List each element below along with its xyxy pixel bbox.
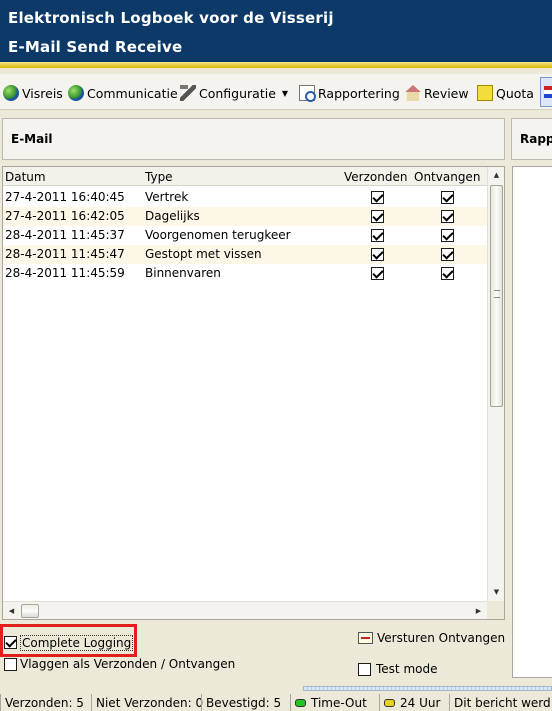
green-led-icon bbox=[295, 698, 306, 707]
app-subtitle: E-Mail Send Receive bbox=[8, 38, 183, 56]
toolbar-review-button[interactable]: Review bbox=[405, 84, 469, 102]
scroll-right-arrow-icon[interactable]: ▶ bbox=[470, 602, 487, 619]
cell-type: Vertrek bbox=[145, 190, 189, 204]
toolbar-communicatie-button[interactable]: Communicatie bbox=[68, 84, 178, 102]
status-message: Dit bericht werd bbox=[449, 694, 552, 711]
verzonden-checkbox[interactable] bbox=[371, 210, 384, 223]
verzonden-checkbox[interactable] bbox=[371, 248, 384, 261]
status-uur-text: 24 Uur bbox=[400, 695, 441, 710]
cell-datum: 27-4-2011 16:40:45 bbox=[5, 190, 125, 204]
test-mode-label[interactable]: Test mode bbox=[376, 662, 437, 676]
header-accent-bar bbox=[0, 62, 552, 68]
table-row[interactable]: 28-4-2011 11:45:37 Voorgenomen terugkeer bbox=[3, 226, 487, 245]
toolbar-configuratie-dropdown[interactable]: Configuratie ▼ bbox=[180, 84, 288, 102]
language-flag-button[interactable] bbox=[540, 77, 552, 107]
quota-icon bbox=[477, 85, 493, 101]
yellow-led-icon bbox=[384, 698, 395, 707]
table-row[interactable]: 27-4-2011 16:42:05 Dagelijks bbox=[3, 207, 487, 226]
app-header: Elektronisch Logboek voor de Visserij E-… bbox=[0, 0, 552, 62]
status-timeout: Time-Out bbox=[290, 694, 379, 711]
cell-type: Gestopt met vissen bbox=[145, 247, 262, 261]
status-niet-verzonden: Niet Verzonden: 0 bbox=[91, 694, 204, 711]
verzonden-checkbox[interactable] bbox=[371, 229, 384, 242]
rapport-panel-title: Rapp bbox=[520, 132, 552, 146]
column-header-type[interactable]: Type bbox=[145, 170, 173, 184]
cell-datum: 28-4-2011 11:45:37 bbox=[5, 228, 125, 242]
table-row[interactable]: 27-4-2011 16:40:45 Vertrek bbox=[3, 188, 487, 207]
email-panel-header: E-Mail bbox=[2, 118, 505, 160]
email-table: Datum Type Verzonden Ontvangen 27-4-2011… bbox=[2, 166, 505, 620]
ontvangen-checkbox[interactable] bbox=[441, 248, 454, 261]
column-header-ontvangen[interactable]: Ontvangen bbox=[414, 170, 480, 184]
globe-icon bbox=[68, 85, 84, 101]
rapport-content-area bbox=[512, 166, 552, 678]
vertical-scrollbar[interactable]: ▲ ▼ bbox=[487, 167, 504, 601]
toolbar-item-label: Review bbox=[424, 85, 469, 101]
table-row[interactable]: 28-4-2011 11:45:59 Binnenvaren bbox=[3, 264, 487, 283]
status-verzonden-text: Verzonden: 5 bbox=[5, 695, 84, 710]
house-icon bbox=[405, 85, 421, 101]
column-header-verzonden[interactable]: Verzonden bbox=[344, 170, 407, 184]
toolbar-visreis-button[interactable]: Visreis bbox=[3, 84, 63, 102]
horizontal-scrollbar[interactable]: ◀ ▶ bbox=[3, 601, 487, 619]
vertical-scroll-thumb[interactable] bbox=[490, 185, 503, 407]
cell-type: Binnenvaren bbox=[145, 266, 221, 280]
cell-type: Dagelijks bbox=[145, 209, 200, 223]
ontvangen-checkbox[interactable] bbox=[441, 191, 454, 204]
scroll-down-arrow-icon[interactable]: ▼ bbox=[488, 584, 504, 601]
toolbar-item-label: Rapportering bbox=[318, 85, 400, 101]
status-niet-verzonden-text: Niet Verzonden: 0 bbox=[96, 695, 204, 710]
scroll-left-arrow-icon[interactable]: ◀ bbox=[3, 602, 20, 619]
cell-datum: 28-4-2011 11:45:59 bbox=[5, 266, 125, 280]
chevron-down-icon: ▼ bbox=[281, 88, 289, 98]
status-uur: 24 Uur bbox=[379, 694, 449, 711]
ontvangen-checkbox[interactable] bbox=[441, 267, 454, 280]
versturen-ontvangen-button[interactable]: Versturen Ontvangen bbox=[358, 631, 505, 645]
horizontal-scroll-thumb[interactable] bbox=[21, 604, 39, 618]
wrench-icon bbox=[180, 85, 196, 101]
ontvangen-checkbox[interactable] bbox=[441, 229, 454, 242]
scrollbar-corner bbox=[487, 601, 504, 619]
table-header: Datum Type Verzonden Ontvangen bbox=[3, 167, 487, 186]
cell-type: Voorgenomen terugkeer bbox=[145, 228, 291, 242]
table-row[interactable]: 28-4-2011 11:45:47 Gestopt met vissen bbox=[3, 245, 487, 264]
test-mode-checkbox[interactable] bbox=[358, 663, 371, 676]
status-progress-strip bbox=[303, 686, 552, 691]
verzonden-checkbox[interactable] bbox=[371, 267, 384, 280]
verzonden-checkbox[interactable] bbox=[371, 191, 384, 204]
toolbar-item-label: Configuratie bbox=[199, 85, 276, 101]
status-bevestigd: Bevestigd: 5 bbox=[201, 694, 290, 711]
globe-icon bbox=[3, 85, 19, 101]
status-bevestigd-text: Bevestigd: 5 bbox=[206, 695, 282, 710]
status-message-text: Dit bericht werd bbox=[454, 695, 551, 710]
complete-logging-label[interactable]: Complete Logging bbox=[20, 635, 134, 651]
toolbar-item-label: Quota bbox=[496, 85, 534, 101]
scroll-up-arrow-icon[interactable]: ▲ bbox=[488, 167, 504, 184]
rapport-panel-header: Rapp bbox=[511, 118, 552, 160]
document-search-icon bbox=[299, 85, 316, 102]
versturen-ontvangen-label: Versturen Ontvangen bbox=[377, 631, 506, 645]
toolbar-rapportering-button[interactable]: Rapportering bbox=[299, 84, 400, 102]
toolbar-item-label: Communicatie bbox=[87, 85, 178, 101]
email-panel-title: E-Mail bbox=[11, 132, 53, 146]
grip-icon bbox=[494, 290, 500, 298]
vlaggen-checkbox[interactable] bbox=[4, 658, 17, 671]
app-title: Elektronisch Logboek voor de Visserij bbox=[8, 9, 334, 27]
vlaggen-label[interactable]: Vlaggen als Verzonden / Ontvangen bbox=[20, 657, 235, 671]
status-timeout-text: Time-Out bbox=[311, 695, 367, 710]
column-header-datum[interactable]: Datum bbox=[5, 170, 46, 184]
toolbar-quota-button[interactable]: Quota bbox=[477, 84, 534, 102]
main-toolbar: Visreis Communicatie Configuratie ▼ Rapp… bbox=[0, 74, 552, 110]
cell-datum: 27-4-2011 16:42:05 bbox=[5, 209, 125, 223]
status-verzonden: Verzonden: 5 bbox=[0, 694, 91, 711]
toolbar-item-label: Visreis bbox=[22, 85, 63, 101]
complete-logging-checkbox[interactable] bbox=[4, 636, 17, 649]
cell-datum: 28-4-2011 11:45:47 bbox=[5, 247, 125, 261]
send-receive-icon bbox=[358, 632, 373, 644]
status-bar: Verzonden: 5 Niet Verzonden: 0 Bevestigd… bbox=[0, 686, 552, 711]
ontvangen-checkbox[interactable] bbox=[441, 210, 454, 223]
